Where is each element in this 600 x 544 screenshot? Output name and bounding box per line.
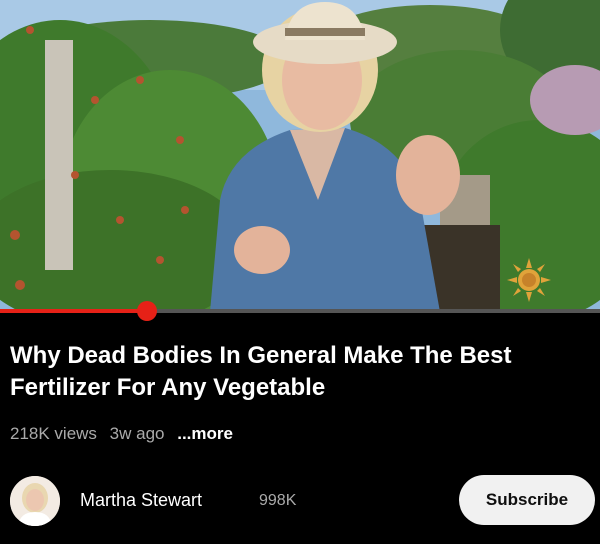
channel-row: Martha Stewart 998K Subscribe	[10, 475, 595, 527]
subscribe-button[interactable]: Subscribe	[459, 475, 595, 525]
scrubber-handle[interactable]	[137, 301, 157, 321]
avatar[interactable]	[10, 476, 60, 526]
progress-bar[interactable]	[0, 301, 600, 321]
upload-age: 3w ago	[109, 424, 165, 443]
subscriber-count: 998K	[259, 492, 297, 509]
video-player[interactable]	[0, 0, 600, 312]
avatar-image	[10, 476, 60, 526]
sun-logo-icon	[507, 258, 551, 302]
view-count: 218K views	[10, 424, 97, 443]
progress-fill	[0, 309, 147, 313]
channel-name[interactable]: Martha Stewart	[80, 490, 202, 511]
more-link[interactable]: ...more	[177, 424, 233, 443]
video-title: Why Dead Bodies In General Make The Best…	[10, 342, 512, 401]
video-meta[interactable]: 218K views 3w ago ...more	[10, 424, 241, 444]
